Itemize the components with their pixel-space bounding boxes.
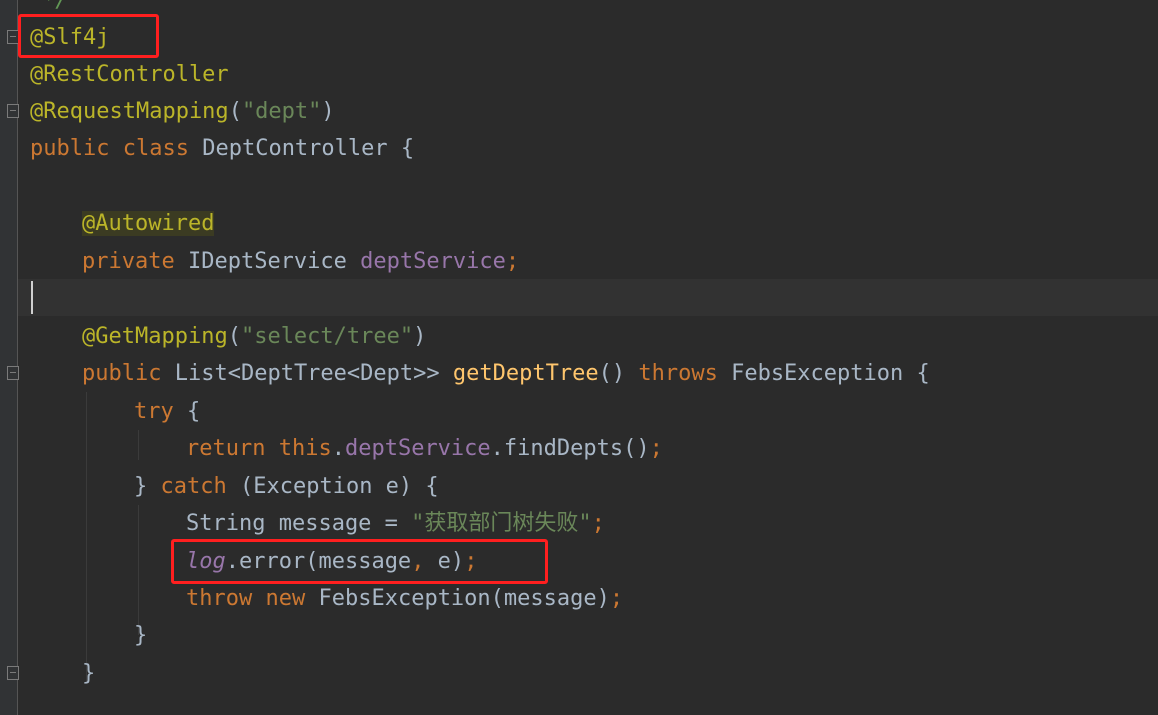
code-line-autowired: @Autowired [82, 205, 215, 242]
code-line-method-close: } [82, 655, 95, 692]
brace-open: { [187, 399, 201, 424]
keyword-new: new [265, 586, 306, 611]
keyword-this: this [278, 436, 332, 461]
keyword-throws: throws [638, 361, 718, 386]
highlight-box-log-error [171, 539, 548, 584]
code-line-message: String message = "获取部门树失败"; [186, 505, 605, 542]
code-line-try: try { [134, 393, 200, 430]
code-line-restcontroller: @RestController [30, 56, 229, 93]
annotation-requestmapping: @RequestMapping [30, 99, 229, 124]
keyword-try: try [134, 399, 174, 424]
annotation-autowired: @Autowired [82, 211, 215, 236]
fold-marker-icon[interactable] [7, 366, 19, 380]
exception-type: FebsException [731, 361, 904, 386]
annotation-getmapping: @GetMapping [82, 324, 228, 349]
brace-close: } [134, 623, 148, 648]
code-line-class-decl: public class DeptController { [30, 130, 414, 167]
code-line-method-decl: public List<DeptTree<Dept>> getDeptTree(… [82, 355, 930, 392]
paren-close: ) [321, 99, 335, 124]
brace-open: { [425, 474, 439, 499]
field-name: deptService [344, 436, 491, 461]
keyword-class: class [122, 136, 189, 161]
return-type: List<DeptTree<Dept>> [174, 361, 440, 386]
constructor-call: FebsException(message) [318, 586, 610, 611]
brace-close: } [82, 661, 96, 686]
paren-open: ( [228, 99, 242, 124]
annotation-restcontroller: @RestController [30, 62, 229, 87]
class-name: DeptController [202, 136, 388, 161]
method-name: getDeptTree [452, 361, 599, 386]
highlight-box-slf4j [18, 14, 159, 58]
catch-params: (Exception e) [239, 474, 413, 499]
indent-guide [138, 430, 139, 460]
semicolon: ; [609, 586, 624, 611]
string-literal: "dept" [241, 99, 322, 124]
code-line-catch-close: } [134, 617, 147, 654]
method-parens: () [598, 361, 626, 386]
fold-marker-icon[interactable] [7, 104, 19, 118]
field-name: deptService [360, 249, 506, 274]
keyword-return: return [186, 436, 266, 461]
type-name: IDeptService [187, 249, 347, 274]
paren-close: ) [413, 324, 427, 349]
keyword-public: public [30, 136, 110, 161]
paren-open: ( [227, 324, 241, 349]
indent-guide [138, 505, 139, 635]
code-line-catch: } catch (Exception e) { [134, 468, 439, 505]
string-literal: "select/tree" [240, 324, 414, 349]
brace-close: } [134, 474, 148, 499]
semicolon: ; [591, 511, 605, 536]
text-caret [31, 281, 33, 314]
code-line-return: return this.deptService.findDepts(); [186, 430, 663, 467]
keyword-throw: throw [186, 586, 253, 611]
dot: . [331, 436, 345, 461]
code-line-getmapping: @GetMapping("select/tree") [82, 318, 426, 355]
semicolon: ; [505, 249, 520, 274]
code-line-requestmapping: @RequestMapping("dept") [30, 93, 335, 130]
code-line-field-decl: private IDeptService deptService; [82, 243, 519, 280]
brace-open: { [400, 136, 415, 161]
keyword-private: private [82, 249, 175, 274]
fold-marker-icon[interactable] [7, 666, 19, 680]
comment-token: */ [42, 0, 69, 13]
string-literal: "获取部门树失败" [411, 511, 592, 536]
semicolon: ; [649, 436, 663, 461]
keyword-catch: catch [160, 474, 227, 499]
brace-open: { [916, 361, 930, 386]
code-line-throw: throw new FebsException(message); [186, 580, 623, 617]
method-call: .findDepts() [490, 436, 650, 461]
current-line-highlight [18, 279, 1158, 316]
indent-guide [86, 392, 87, 684]
keyword-public: public [82, 361, 162, 386]
variable-decl: String message = [186, 511, 412, 536]
